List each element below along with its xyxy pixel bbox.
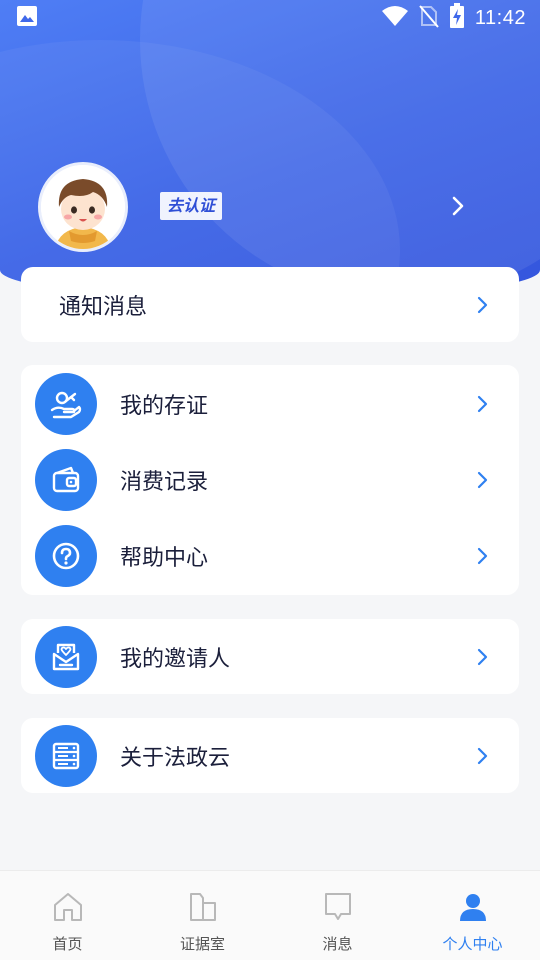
menu-item-label: 消费记录 — [120, 470, 209, 495]
wifi-icon — [381, 5, 409, 31]
status-bar: 11:42 — [0, 0, 540, 36]
chevron-right-icon — [475, 296, 489, 318]
menu-item-label: 帮助中心 — [120, 546, 209, 571]
menu-item-my-inviter[interactable]: 我的邀请人 — [21, 619, 519, 694]
chevron-right-icon — [475, 395, 489, 417]
menu-item-label: 关于法政云 — [120, 745, 231, 771]
folder-icon — [187, 891, 219, 927]
nav-label: 证据室 — [179, 935, 225, 953]
server-list-icon — [35, 724, 97, 787]
menu-group-main: 我的存证 消费记录 帮助中心 — [21, 365, 519, 595]
home-icon — [52, 891, 84, 927]
menu-item-spending-records[interactable]: 消费记录 — [21, 442, 519, 518]
help-circle-icon — [35, 525, 97, 587]
bottom-navigation: 首页 证据室 消息 个人中心 — [0, 870, 540, 960]
image-icon — [16, 5, 38, 31]
invite-envelope-icon — [35, 625, 97, 688]
avatar[interactable] — [38, 162, 128, 252]
menu-item-label: 我的存证 — [120, 394, 209, 419]
nav-label: 个人中心 — [442, 935, 503, 953]
menu-item-my-certificates[interactable]: 我的存证 — [21, 366, 519, 442]
certificate-hand-icon — [35, 373, 97, 435]
header-background — [0, 0, 540, 300]
menu-item-help-center[interactable]: 帮助中心 — [21, 518, 519, 594]
no-sim-icon — [419, 4, 439, 32]
chevron-right-icon — [475, 471, 489, 493]
chevron-right-icon — [475, 547, 489, 569]
chevron-right-icon — [475, 648, 489, 670]
wallet-icon — [35, 449, 97, 511]
status-time: 11:42 — [474, 6, 526, 29]
nav-personal-center[interactable]: 个人中心 — [405, 871, 540, 960]
nav-home[interactable]: 首页 — [0, 871, 135, 960]
nav-messages[interactable]: 消息 — [270, 871, 405, 960]
chevron-right-icon[interactable] — [448, 194, 468, 222]
battery-charging-icon — [449, 3, 465, 33]
chevron-right-icon — [475, 747, 489, 769]
nav-label: 首页 — [52, 935, 83, 953]
message-icon — [322, 891, 354, 927]
nav-label: 消息 — [322, 935, 353, 953]
notice-label: 通知消息 — [59, 294, 148, 320]
person-icon — [457, 891, 489, 927]
verify-badge[interactable]: 去认证 — [160, 192, 223, 220]
notice-card[interactable]: 通知消息 — [21, 267, 519, 342]
menu-group-about: 关于法政云 — [21, 718, 519, 793]
menu-item-label: 我的邀请人 — [120, 646, 231, 672]
menu-group-invite: 我的邀请人 — [21, 619, 519, 694]
nav-evidence-room[interactable]: 证据室 — [135, 871, 270, 960]
menu-item-about[interactable]: 关于法政云 — [21, 718, 519, 793]
